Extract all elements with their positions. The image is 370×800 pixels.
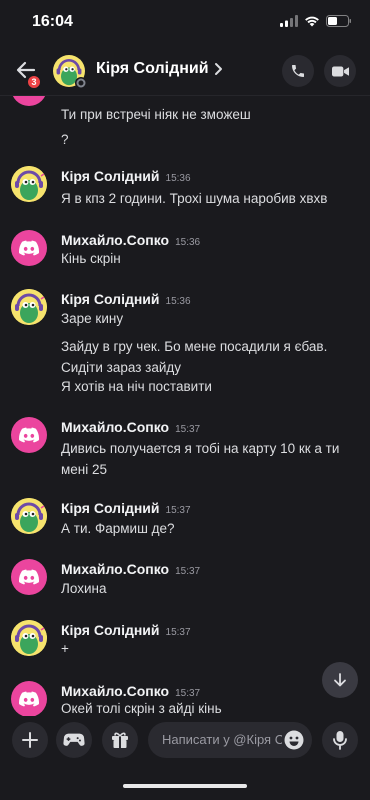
video-camera-icon: [331, 66, 349, 76]
message-text[interactable]: Заре кину: [61, 308, 361, 329]
message-text[interactable]: +: [61, 638, 361, 659]
gift-icon: [112, 732, 128, 748]
header-title[interactable]: Кіря Солідний: [96, 60, 209, 78]
author-avatar[interactable]: [11, 166, 47, 202]
author-name-text: Кіря Солідний: [61, 500, 160, 516]
voice-message-button[interactable]: [322, 722, 358, 758]
author-avatar[interactable]: [11, 681, 47, 716]
message-timestamp: 15:36: [175, 237, 201, 248]
plus-icon: [22, 732, 38, 748]
kirya-avatar-image: [11, 620, 47, 656]
discord-logo-icon: [19, 691, 39, 707]
author-name[interactable]: Кіря Солідний 15:36: [61, 291, 191, 307]
status-time: 16:04: [32, 13, 73, 30]
author-name-text: Михайло.Сопко: [61, 683, 170, 699]
author-avatar[interactable]: [11, 498, 47, 534]
author-name[interactable]: Михайло.Сопко 15:37: [61, 683, 200, 699]
message-timestamp: 15:37: [165, 627, 191, 638]
author-avatar[interactable]: [11, 417, 47, 453]
message-input[interactable]: Написати у @Кіря Солідний: [148, 722, 312, 758]
discord-logo-icon: [19, 569, 39, 585]
message-text[interactable]: Окей толі скрін з айді кінь: [61, 698, 361, 716]
message-timestamp: 15:37: [175, 424, 201, 435]
attach-button[interactable]: [12, 722, 48, 758]
status-icons: [280, 15, 352, 27]
author-name[interactable]: Кіря Солідний 15:37: [61, 622, 191, 638]
kirya-avatar-image: [11, 166, 47, 202]
author-avatar[interactable]: [11, 230, 47, 266]
emoji-icon[interactable]: [284, 730, 304, 750]
battery-icon: [326, 15, 351, 27]
author-name-text: Михайло.Сопко: [61, 232, 170, 248]
author-name[interactable]: Михайло.Сопко 15:37: [61, 561, 200, 577]
message-input-placeholder: Написати у @Кіря Солідний: [162, 732, 282, 747]
message-list[interactable]: Ти при встречі ніяк не зможеш? Кіря Солід…: [0, 96, 370, 716]
author-avatar[interactable]: [11, 96, 47, 106]
voice-call-button[interactable]: [282, 55, 314, 87]
video-call-button[interactable]: [324, 55, 356, 87]
unread-badge: 3: [26, 74, 42, 90]
author-name[interactable]: Михайло.Сопко 15:37: [61, 419, 200, 435]
wifi-icon: [305, 16, 319, 27]
author-name-text: Михайло.Сопко: [61, 419, 170, 435]
header-avatar[interactable]: [53, 55, 87, 89]
author-avatar[interactable]: [11, 289, 47, 325]
composer: Написати у @Кіря Солідний: [0, 716, 370, 800]
scroll-to-bottom-button[interactable]: [322, 662, 358, 698]
chevron-right-icon[interactable]: [213, 62, 223, 76]
status-offline-icon: [75, 77, 87, 89]
author-name-text: Кіря Солідний: [61, 168, 160, 184]
gamepad-icon: [63, 733, 85, 746]
message-text[interactable]: Я в кпз 2 години. Трохі шума наробив хвх…: [61, 188, 361, 209]
kirya-avatar-image: [11, 498, 47, 534]
author-name[interactable]: Кіря Солідний 15:36: [61, 168, 191, 184]
home-indicator: [123, 784, 247, 788]
message-text[interactable]: Дивись получается я тобі на карту 10 кк …: [61, 438, 361, 480]
gift-button[interactable]: [102, 722, 138, 758]
message-text[interactable]: Я хотів на ніч поставити: [61, 376, 361, 397]
message-timestamp: 15:36: [165, 173, 191, 184]
discord-logo-icon: [19, 427, 39, 443]
message-timestamp: 15:37: [165, 505, 191, 516]
message-timestamp: 15:37: [175, 566, 201, 577]
author-name[interactable]: Михайло.Сопко 15:36: [61, 232, 200, 248]
author-name[interactable]: Кіря Солідний 15:37: [61, 500, 191, 516]
signal-icon: [280, 15, 298, 27]
activities-button[interactable]: [56, 722, 92, 758]
discord-logo-icon: [19, 240, 39, 256]
author-avatar[interactable]: [11, 620, 47, 656]
microphone-icon: [333, 731, 347, 750]
author-name-text: Кіря Солідний: [61, 291, 160, 307]
chat-header: 3 Кіря Солідний: [0, 46, 370, 96]
message-text[interactable]: Лохина: [61, 578, 361, 599]
message-text[interactable]: ?: [61, 129, 361, 150]
message-text[interactable]: Ти при встречі ніяк не зможеш: [61, 104, 361, 125]
message-timestamp: 15:36: [165, 296, 191, 307]
status-bar: 16:04: [0, 0, 370, 46]
kirya-avatar-image: [11, 289, 47, 325]
scroll-down-arrow-icon: [334, 673, 346, 687]
author-name-text: Кіря Солідний: [61, 622, 160, 638]
message-text[interactable]: Кінь скрін: [61, 248, 361, 269]
message-text[interactable]: Зайду в гру чек. Бо мене посадили я єбав…: [61, 336, 361, 378]
author-name-text: Михайло.Сопко: [61, 561, 170, 577]
author-avatar[interactable]: [11, 559, 47, 595]
phone-icon: [292, 65, 304, 77]
message-text[interactable]: А ти. Фармиш де?: [61, 518, 361, 539]
